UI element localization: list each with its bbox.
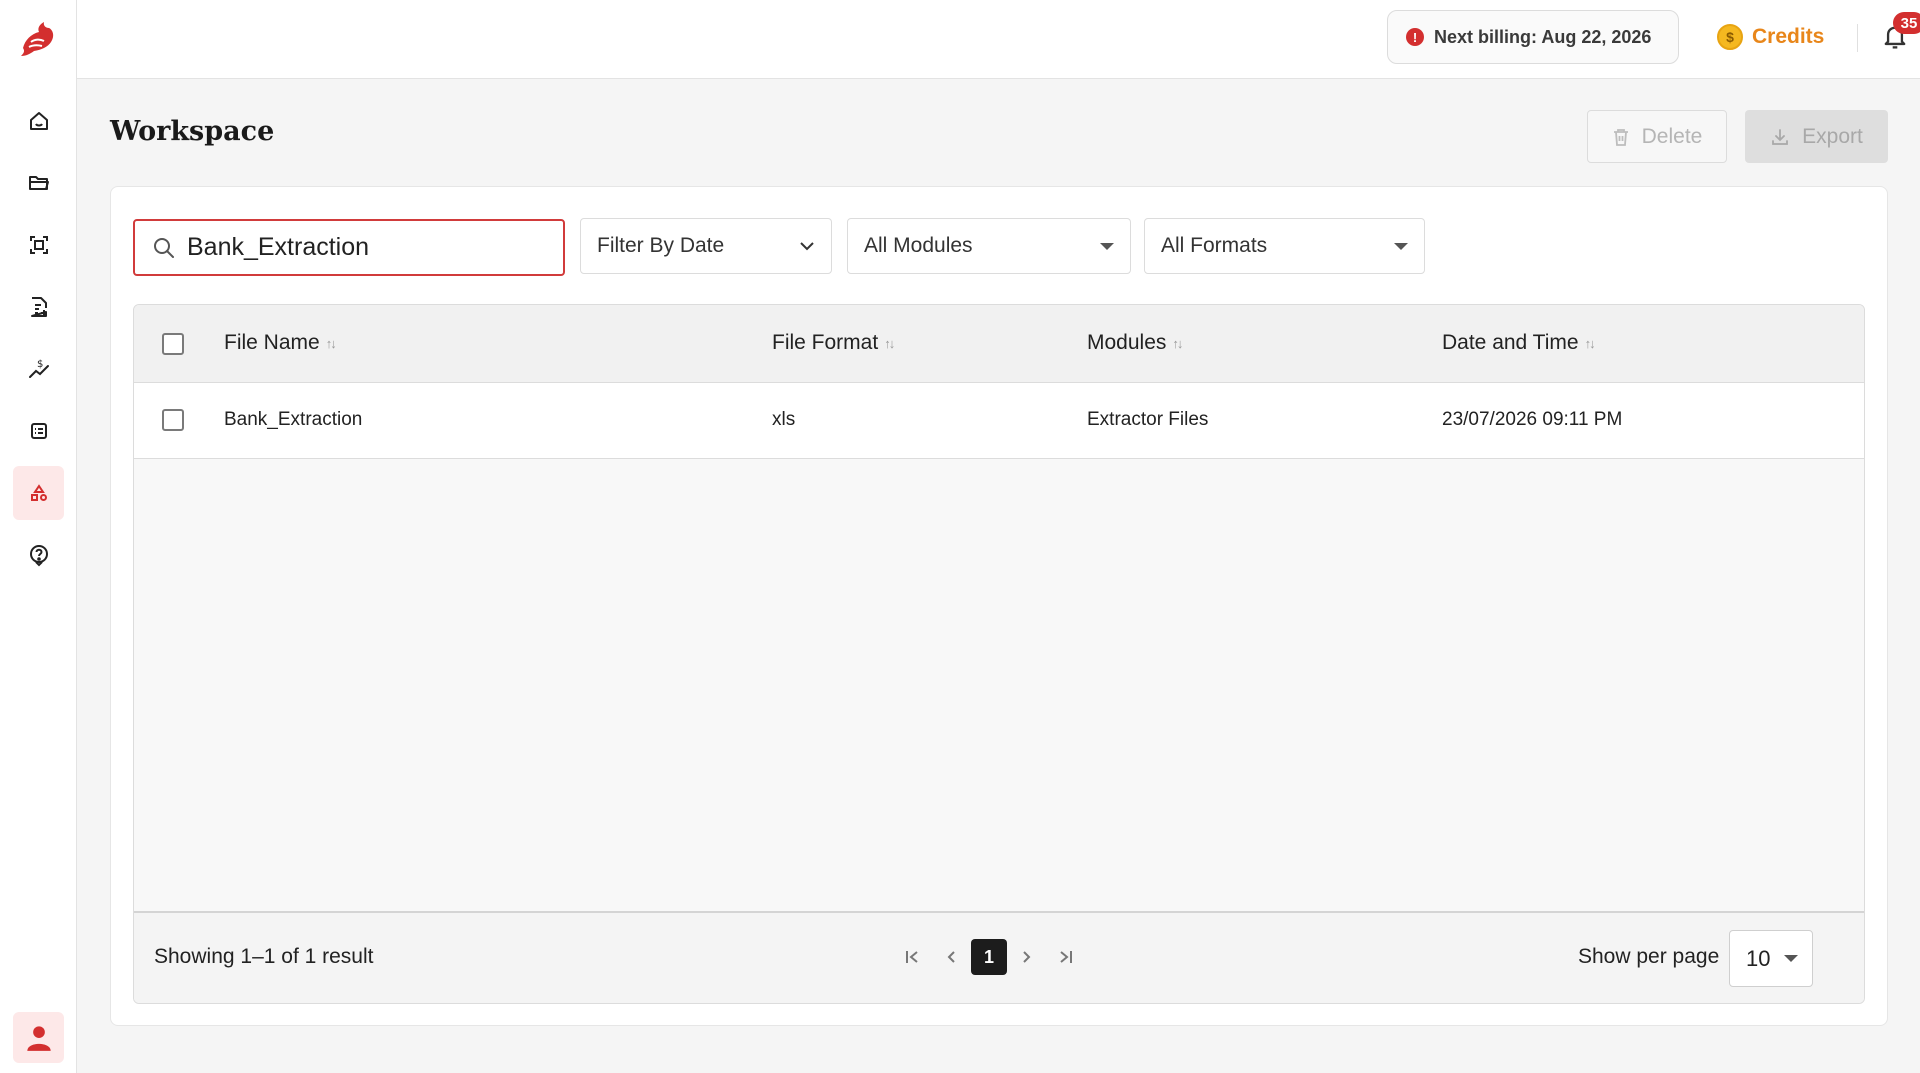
- first-page-icon: [906, 951, 918, 963]
- chevron-down-icon: [800, 242, 814, 251]
- workspace-card: Filter By Date All Modules All Formats F…: [110, 186, 1888, 1026]
- sort-icon: ↑↓: [325, 335, 337, 351]
- home-icon: [29, 112, 48, 130]
- sidebar: $: [0, 0, 77, 1073]
- search-box[interactable]: [133, 219, 565, 276]
- folder-icon: [28, 176, 49, 190]
- table-header: File Name ↑↓ File Format ↑↓ Modules ↑↓ Date…: [134, 305, 1864, 383]
- search-input[interactable]: [187, 233, 547, 262]
- svg-text:$: $: [37, 359, 43, 370]
- user-icon: [26, 1025, 51, 1051]
- caret-down-icon: [1394, 242, 1408, 250]
- search-icon: [154, 237, 174, 258]
- export-label: Export: [1802, 124, 1863, 148]
- formats-label: All Formats: [1161, 234, 1268, 257]
- download-icon: [1772, 128, 1789, 145]
- export-button[interactable]: Export: [1745, 110, 1888, 163]
- sidebar-item-help[interactable]: [13, 528, 64, 582]
- delete-label: Delete: [1641, 124, 1703, 148]
- modules-label: All Modules: [864, 234, 973, 257]
- table-row[interactable]: Bank_Extraction xls Extractor Files 23/0…: [134, 383, 1864, 459]
- workspace-shapes-icon: [30, 484, 47, 501]
- user-profile-button[interactable]: [13, 1012, 64, 1063]
- top-bar: ! Next billing: Aug 22, 2026 $ Credits 3…: [77, 0, 1920, 79]
- sort-icon: ↑↓: [1584, 335, 1596, 351]
- page-number-button[interactable]: 1: [971, 939, 1007, 975]
- checklist-icon: [30, 423, 47, 439]
- select-all-checkbox[interactable]: [162, 333, 184, 355]
- per-page-select[interactable]: 10: [1729, 930, 1813, 987]
- prev-page-button[interactable]: [932, 939, 970, 975]
- sidebar-item-home[interactable]: [13, 94, 64, 148]
- document-edit-icon: [30, 297, 47, 317]
- table-footer: Showing 1–1 of 1 result 1 Show per page …: [134, 911, 1864, 1003]
- column-header-modules[interactable]: Modules ↑↓: [1087, 331, 1183, 355]
- cell-file-format: xls: [772, 409, 796, 430]
- caret-down-icon: [1784, 955, 1798, 962]
- help-icon: [29, 545, 48, 567]
- row-checkbox[interactable]: [162, 409, 184, 431]
- formats-dropdown[interactable]: All Formats: [1144, 218, 1425, 274]
- first-page-button[interactable]: [894, 939, 932, 975]
- next-page-button[interactable]: [1008, 939, 1046, 975]
- chevron-right-icon: [1023, 951, 1031, 963]
- credits-label: Credits: [1752, 25, 1825, 48]
- divider: [1857, 24, 1858, 52]
- filter-by-date-label: Filter By Date: [597, 234, 725, 257]
- column-header-date-time[interactable]: Date and Time ↑↓: [1442, 331, 1596, 355]
- per-page-value: 10: [1746, 945, 1771, 971]
- alert-icon: !: [1406, 28, 1424, 46]
- sort-icon: ↑↓: [1172, 335, 1183, 351]
- brand-logo-icon[interactable]: [17, 18, 59, 60]
- sidebar-item-scanner[interactable]: [13, 218, 64, 272]
- finance-chart-icon: $: [28, 359, 49, 378]
- credits-link[interactable]: $ Credits: [1717, 22, 1824, 52]
- cell-module: Extractor Files: [1087, 409, 1209, 430]
- cell-datetime: 23/07/2026 09:11 PM: [1442, 409, 1623, 430]
- last-page-button[interactable]: [1046, 939, 1084, 975]
- results-summary: Showing 1–1 of 1 result: [154, 945, 374, 968]
- notification-badge: 35: [1893, 12, 1920, 34]
- delete-button[interactable]: Delete: [1587, 110, 1727, 163]
- sidebar-item-workspace[interactable]: [13, 466, 64, 520]
- column-header-file-name[interactable]: File Name ↑↓: [224, 331, 337, 355]
- caret-down-icon: [1100, 242, 1114, 250]
- billing-notice[interactable]: ! Next billing: Aug 22, 2026: [1387, 10, 1679, 64]
- sidebar-item-documents[interactable]: [13, 280, 64, 334]
- filter-by-date-dropdown[interactable]: Filter By Date: [580, 218, 832, 274]
- chevron-left-icon: [947, 951, 955, 963]
- sidebar-item-files[interactable]: [13, 156, 64, 210]
- files-table: File Name ↑↓ File Format ↑↓ Modules ↑↓ Date…: [133, 304, 1865, 1004]
- sidebar-item-finance[interactable]: $: [13, 342, 64, 396]
- scan-icon: [29, 236, 48, 254]
- last-page-icon: [1060, 951, 1072, 963]
- per-page-label: Show per page: [1578, 945, 1720, 968]
- coin-icon: $: [1717, 24, 1743, 50]
- billing-text: Next billing: Aug 22, 2026: [1434, 26, 1652, 47]
- sort-icon: ↑↓: [884, 335, 895, 351]
- modules-dropdown[interactable]: All Modules: [847, 218, 1131, 274]
- cell-file-name: Bank_Extraction: [224, 409, 363, 430]
- page-title: Workspace: [110, 116, 275, 147]
- column-header-file-format[interactable]: File Format ↑↓: [772, 331, 895, 355]
- pagination: 1: [894, 939, 1084, 975]
- trash-icon: [1613, 128, 1628, 146]
- sidebar-item-tasks[interactable]: [13, 404, 64, 458]
